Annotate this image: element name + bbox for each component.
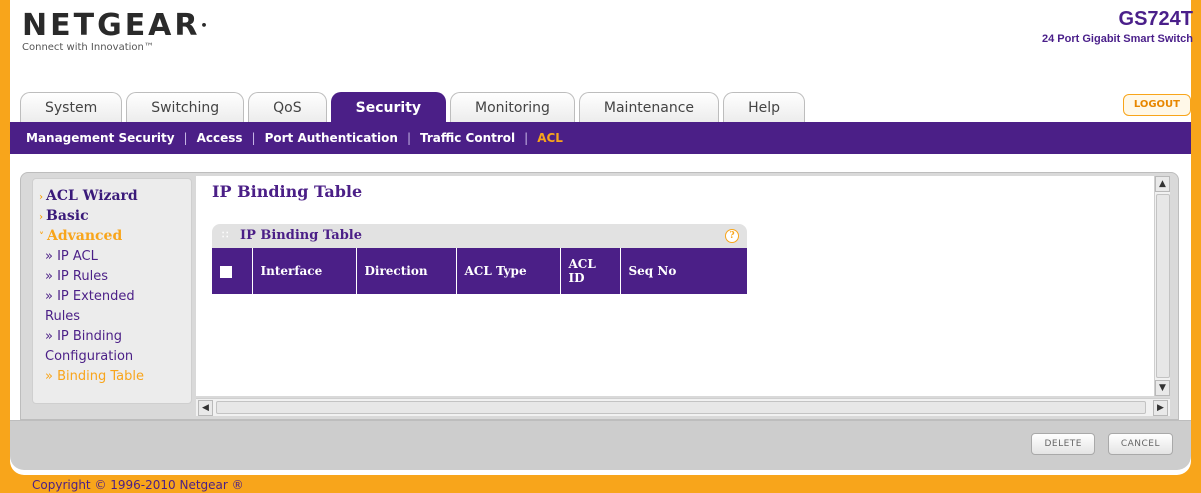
sidebar-subitem-ip-extended-rules[interactable]: » IP Extended Rules [39, 287, 185, 327]
tab-help[interactable]: Help [723, 92, 805, 122]
tab-switching[interactable]: Switching [126, 92, 245, 122]
model-info: GS724T 24 Port Gigabit Smart Switch [1042, 8, 1193, 45]
select-all-header [212, 248, 253, 294]
page-title: IP Binding Table [212, 182, 363, 201]
help-icon[interactable]: ? [725, 229, 739, 243]
table-title: IP Binding Table [240, 228, 363, 243]
scroll-down-icon[interactable]: ▼ [1155, 380, 1170, 396]
logout-button[interactable]: LOGOUT [1122, 94, 1191, 116]
subnav-acl[interactable]: ACL [537, 131, 563, 145]
chevron-down-icon: ˅ [39, 232, 44, 243]
sidebar-subitem-ip-binding-configuration[interactable]: » IP Binding Configuration [39, 327, 185, 367]
netgear-logo: NETGEAR• [22, 8, 208, 43]
main-tabs: System Switching QoS Security Monitoring… [20, 92, 805, 122]
grip-icon: ∷ [222, 230, 229, 241]
sidebar-subitem-binding-table[interactable]: » Binding Table [39, 367, 185, 387]
vertical-scroll-thumb[interactable] [1156, 194, 1170, 378]
column-seq-no: Seq No [628, 264, 677, 278]
table-header-row: Interface Direction ACL Type ACL ID Seq … [212, 248, 747, 294]
sidebar-item-advanced[interactable]: ˅ Advanced [39, 227, 185, 247]
binding-table: Interface Direction ACL Type ACL ID Seq … [212, 248, 747, 294]
subnav-port-authentication[interactable]: Port Authentication [265, 131, 398, 145]
model-name: GS724T [1118, 8, 1193, 30]
tab-monitoring[interactable]: Monitoring [450, 92, 575, 122]
subnav-management-security[interactable]: Management Security [26, 131, 175, 145]
select-all-checkbox[interactable] [220, 265, 232, 278]
scroll-right-icon[interactable]: ▶ [1153, 400, 1168, 416]
tab-system[interactable]: System [20, 92, 123, 122]
subnav-traffic-control[interactable]: Traffic Control [420, 131, 515, 145]
subnav-separator: | [251, 131, 256, 145]
sidebar: › ACL Wizard › Basic ˅ Advanced » IP ACL » … [32, 178, 192, 404]
copyright-text: Copyright © 1996-2010 Netgear ® [32, 478, 244, 492]
column-interface: Interface [252, 248, 357, 294]
table-title-bar: ∷ IP Binding Table ? [212, 224, 747, 248]
sub-navigation: Management Security | Access | Port Auth… [10, 122, 1191, 154]
tab-maintenance[interactable]: Maintenance [578, 92, 720, 122]
subnav-separator: | [524, 131, 529, 145]
brand: NETGEAR• Connect with Innovation™ [22, 8, 208, 54]
column-direction: Direction [356, 248, 457, 294]
chevron-right-icon: › [39, 192, 43, 203]
scroll-up-icon[interactable]: ▲ [1155, 176, 1170, 192]
sidebar-subitem-ip-acl[interactable]: » IP ACL [39, 247, 185, 267]
scroll-left-icon[interactable]: ◀ [198, 400, 213, 416]
subnav-access[interactable]: Access [197, 131, 243, 145]
sidebar-item-basic[interactable]: › Basic [39, 207, 185, 227]
sidebar-subitem-ip-rules[interactable]: » IP Rules [39, 267, 185, 287]
cancel-button[interactable]: CANCEL [1107, 433, 1173, 455]
action-bar: DELETE CANCEL [10, 420, 1191, 470]
vertical-scrollbar[interactable]: ▲ ▼ [1154, 176, 1170, 396]
subnav-separator: | [183, 131, 188, 145]
tab-security[interactable]: Security [330, 92, 447, 122]
subnav-separator: | [406, 131, 411, 145]
delete-button[interactable]: DELETE [1031, 433, 1095, 455]
column-acl-id: ACL ID [560, 248, 621, 294]
tab-qos[interactable]: QoS [248, 92, 327, 122]
model-description: 24 Port Gigabit Smart Switch [1042, 33, 1193, 45]
horizontal-scrollbar[interactable]: ◀ ▶ [196, 398, 1170, 416]
horizontal-scroll-thumb[interactable] [216, 401, 1146, 414]
brand-tagline: Connect with Innovation™ [22, 42, 154, 53]
main-content: IP Binding Table ∷ IP Binding Table ? In… [196, 176, 1170, 396]
binding-table-box: ∷ IP Binding Table ? Interface Direction… [212, 224, 747, 294]
column-acl-type: ACL Type [456, 248, 561, 294]
chevron-right-icon: › [39, 212, 43, 223]
sidebar-item-acl-wizard[interactable]: › ACL Wizard [39, 187, 185, 207]
